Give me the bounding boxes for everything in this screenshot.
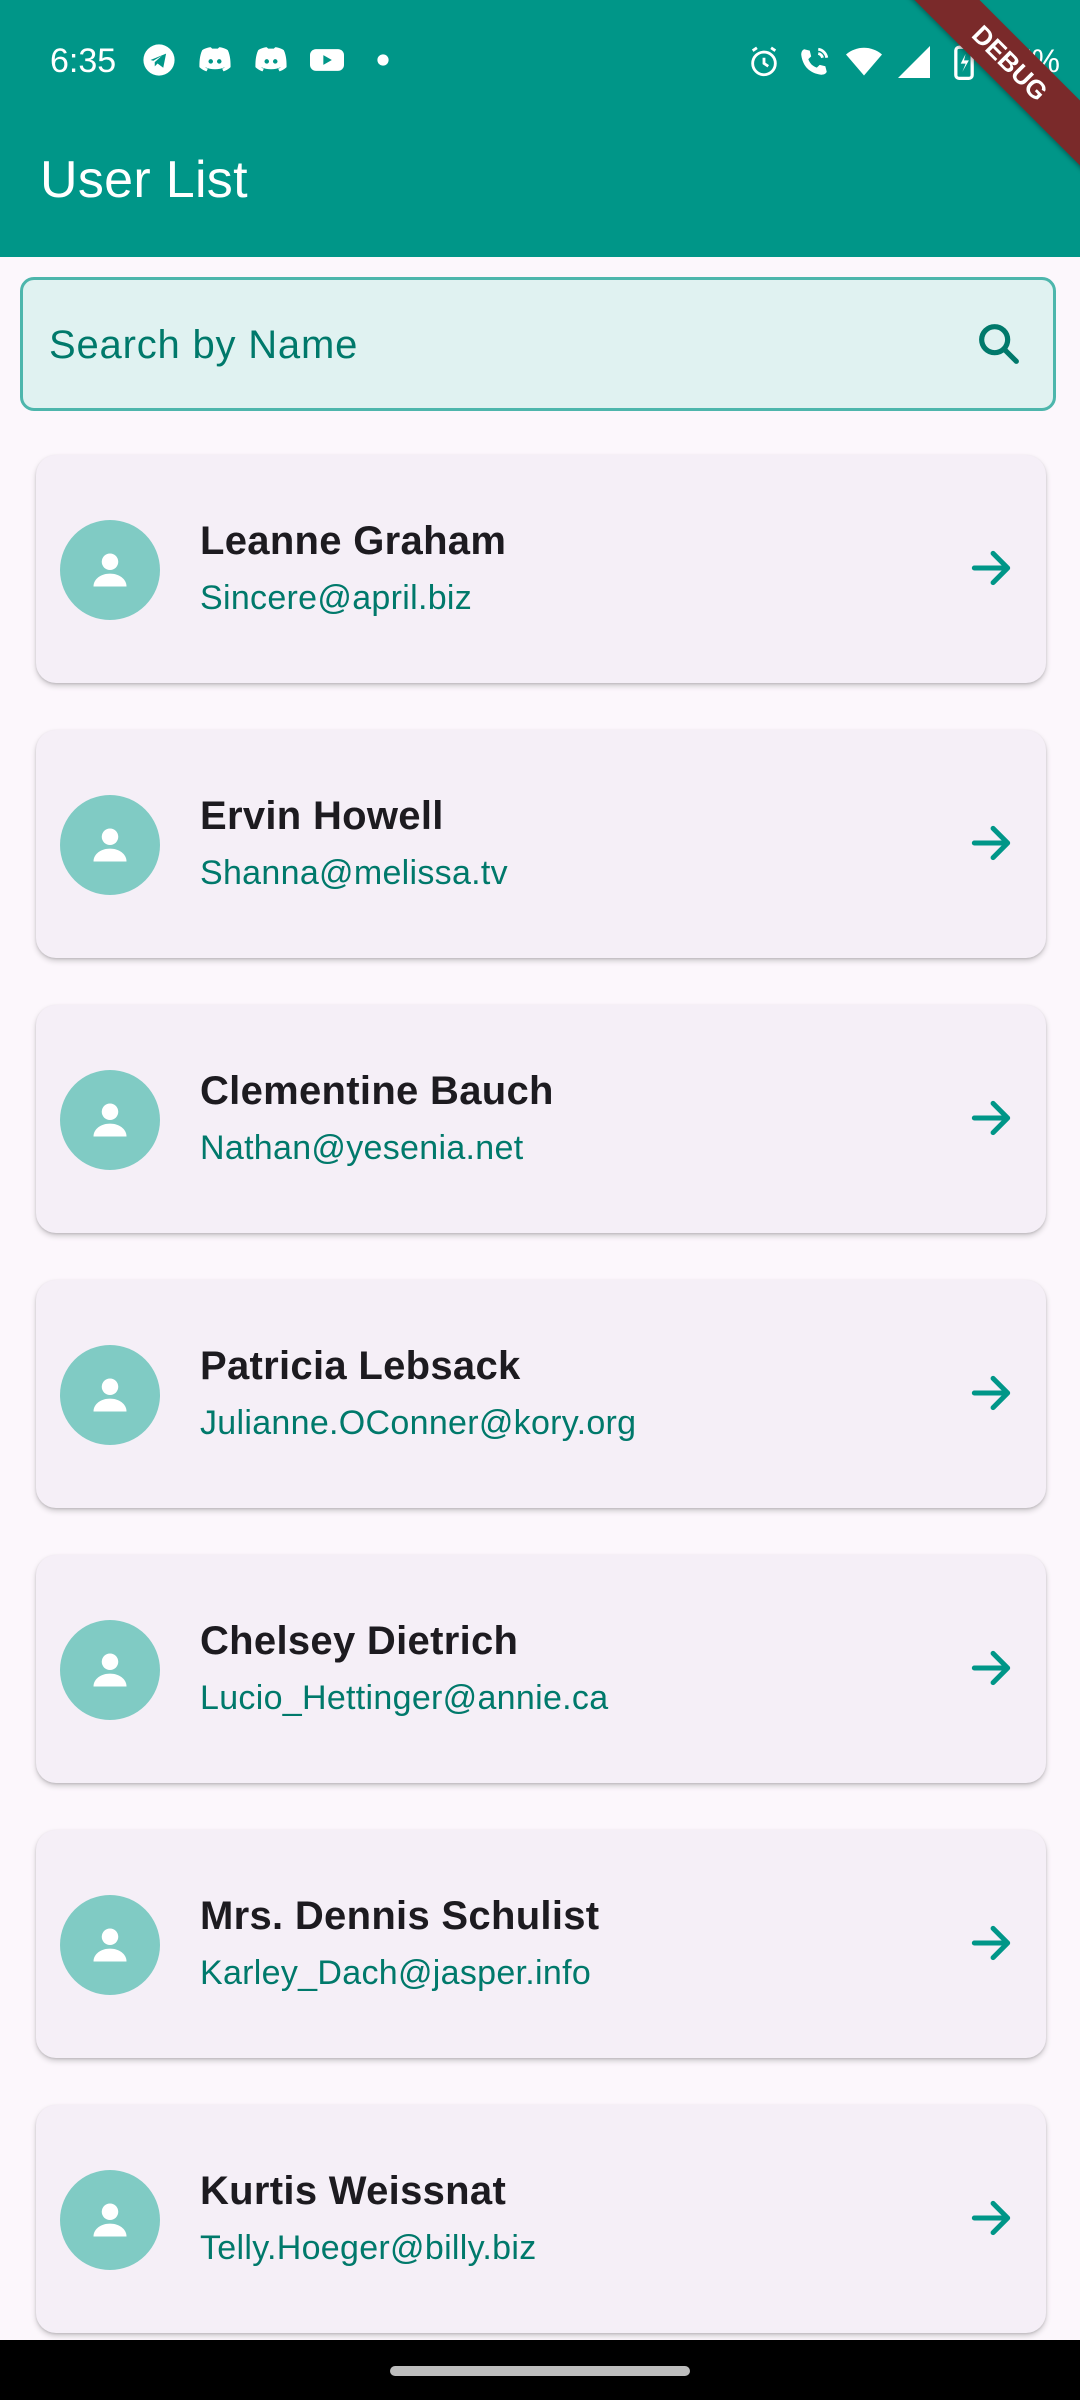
arrow-forward-icon[interactable] <box>966 818 1016 868</box>
user-card[interactable]: Chelsey Dietrich Lucio_Hettinger@annie.c… <box>36 1555 1046 1783</box>
search-icon[interactable] <box>973 318 1025 370</box>
dot-icon <box>366 43 400 77</box>
person-icon <box>93 1928 127 1962</box>
arrow-forward-icon[interactable] <box>966 1368 1016 1418</box>
person-icon <box>93 828 127 862</box>
user-email: Lucio_Hettinger@annie.ca <box>200 1679 609 1717</box>
status-time: 6:35 <box>50 42 117 80</box>
avatar <box>60 520 160 620</box>
wifi-icon <box>845 44 882 80</box>
avatar <box>60 1070 160 1170</box>
user-card[interactable]: Kurtis Weissnat Telly.Hoeger@billy.biz <box>36 2105 1046 2333</box>
wifi-calling-icon <box>796 44 832 80</box>
app-bar: 6:35 User List <box>0 0 1080 257</box>
user-name: Mrs. Dennis Schulist <box>200 1894 600 1938</box>
arrow-forward-icon[interactable] <box>966 1093 1016 1143</box>
person-icon <box>93 553 127 587</box>
arrow-forward-icon[interactable] <box>966 1918 1016 1968</box>
page-title: User List <box>40 151 248 209</box>
status-bar: 6:35 <box>0 0 1080 125</box>
user-email: Julianne.OConner@kory.org <box>200 1404 637 1442</box>
user-list: Leanne Graham Sincere@april.biz Ervin Ho… <box>36 455 1046 2380</box>
user-email: Nathan@yesenia.net <box>200 1129 524 1167</box>
search-field[interactable] <box>20 277 1056 411</box>
user-name: Leanne Graham <box>200 519 507 563</box>
user-email: Karley_Dach@jasper.info <box>200 1954 592 1992</box>
person-icon <box>93 2203 127 2237</box>
home-gesture-handle[interactable] <box>390 2366 690 2376</box>
user-card[interactable]: Mrs. Dennis Schulist Karley_Dach@jasper.… <box>36 1830 1046 2058</box>
discord-icon <box>254 43 288 77</box>
search-input[interactable] <box>47 280 951 410</box>
avatar <box>60 1895 160 1995</box>
user-email: Shanna@melissa.tv <box>200 854 508 892</box>
user-card[interactable]: Leanne Graham Sincere@april.biz <box>36 455 1046 683</box>
user-email: Sincere@april.biz <box>200 579 473 617</box>
arrow-forward-icon[interactable] <box>966 543 1016 593</box>
avatar <box>60 1345 160 1445</box>
user-email: Telly.Hoeger@billy.biz <box>200 2229 537 2267</box>
arrow-forward-icon[interactable] <box>966 1643 1016 1693</box>
arrow-forward-icon[interactable] <box>966 2193 1016 2243</box>
user-card[interactable]: Ervin Howell Shanna@melissa.tv <box>36 730 1046 958</box>
avatar <box>60 1620 160 1720</box>
alarm-icon <box>746 44 782 80</box>
user-name: Clementine Bauch <box>200 1069 554 1113</box>
user-name: Patricia Lebsack <box>200 1344 521 1388</box>
notification-icons <box>142 43 400 77</box>
avatar <box>60 2170 160 2270</box>
user-name: Chelsey Dietrich <box>200 1619 519 1663</box>
person-icon <box>93 1103 127 1137</box>
user-card[interactable]: Clementine Bauch Nathan@yesenia.net <box>36 1005 1046 1233</box>
user-card[interactable]: Patricia Lebsack Julianne.OConner@kory.o… <box>36 1280 1046 1508</box>
signal-icon <box>896 44 932 80</box>
telegram-icon <box>142 43 176 77</box>
avatar <box>60 795 160 895</box>
user-name: Ervin Howell <box>200 794 444 838</box>
youtube-icon <box>310 43 344 77</box>
discord-icon <box>198 43 232 77</box>
person-icon <box>93 1378 127 1412</box>
user-name: Kurtis Weissnat <box>200 2169 507 2213</box>
person-icon <box>93 1653 127 1687</box>
